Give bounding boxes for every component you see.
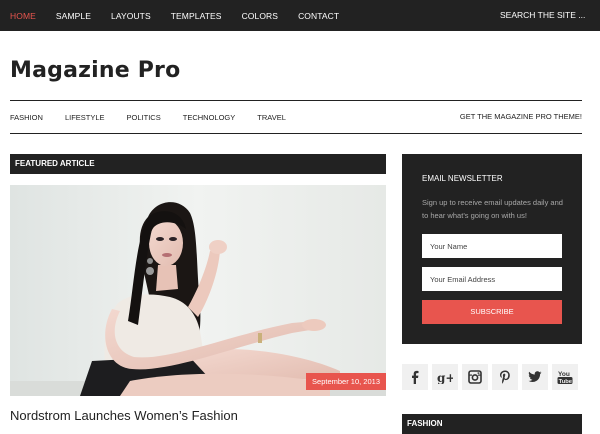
secnav-item-travel[interactable]: TRAVEL bbox=[257, 113, 286, 122]
nav-item-sample[interactable]: SAMPLE bbox=[56, 11, 91, 21]
top-navigation-bar: HOME SAMPLE LAYOUTS TEMPLATES COLORS CON… bbox=[0, 0, 600, 31]
featured-article-heading: FEATURED ARTICLE bbox=[10, 154, 386, 174]
facebook-icon[interactable] bbox=[402, 364, 428, 390]
fashion-widget-heading: FASHION bbox=[402, 414, 582, 434]
subscribe-button[interactable]: SUBSCRIBE bbox=[422, 300, 562, 324]
svg-text:Tube: Tube bbox=[559, 379, 573, 385]
secnav-item-fashion[interactable]: FASHION bbox=[10, 113, 43, 122]
email-newsletter-widget: EMAIL NEWSLETTER Sign up to receive emai… bbox=[402, 154, 582, 344]
site-title[interactable]: Magazine Pro bbox=[10, 58, 180, 83]
newsletter-description: Sign up to receive email updates daily a… bbox=[422, 198, 563, 220]
pinterest-icon[interactable] bbox=[492, 364, 518, 390]
newsletter-title: EMAIL NEWSLETTER bbox=[422, 174, 503, 183]
nav-item-layouts[interactable]: LAYOUTS bbox=[111, 11, 151, 21]
secnav-item-lifestyle[interactable]: LIFESTYLE bbox=[65, 113, 105, 122]
featured-article-title[interactable]: Nordstrom Launches Women’s Fashion bbox=[10, 408, 238, 423]
secondary-navigation: FASHION LIFESTYLE POLITICS TECHNOLOGY TR… bbox=[10, 100, 582, 134]
nav-item-home[interactable]: HOME bbox=[10, 11, 36, 21]
youtube-icon[interactable]: You Tube bbox=[552, 364, 578, 390]
email-field[interactable] bbox=[422, 267, 562, 291]
svg-text:g+: g+ bbox=[437, 371, 453, 384]
theme-promo-link[interactable]: GET THE MAGAZINE PRO THEME! bbox=[460, 101, 582, 133]
nav-item-contact[interactable]: CONTACT bbox=[298, 11, 339, 21]
google-plus-icon[interactable]: g+ bbox=[432, 364, 458, 390]
featured-article-image[interactable]: September 10, 2013 bbox=[10, 185, 386, 396]
secnav-item-politics[interactable]: POLITICS bbox=[127, 113, 161, 122]
article-date-badge: September 10, 2013 bbox=[306, 373, 386, 390]
instagram-icon[interactable] bbox=[462, 364, 488, 390]
primary-menu: HOME SAMPLE LAYOUTS TEMPLATES COLORS CON… bbox=[0, 0, 349, 31]
nav-item-colors[interactable]: COLORS bbox=[242, 11, 279, 21]
svg-text:You: You bbox=[558, 371, 570, 378]
nav-item-templates[interactable]: TEMPLATES bbox=[171, 11, 222, 21]
twitter-icon[interactable] bbox=[522, 364, 548, 390]
search-input[interactable]: SEARCH THE SITE ... bbox=[500, 0, 585, 31]
name-field[interactable] bbox=[422, 234, 562, 258]
secnav-item-technology[interactable]: TECHNOLOGY bbox=[183, 113, 236, 122]
social-icons: g+ You Tube bbox=[402, 364, 582, 390]
hero-photo bbox=[10, 185, 386, 396]
